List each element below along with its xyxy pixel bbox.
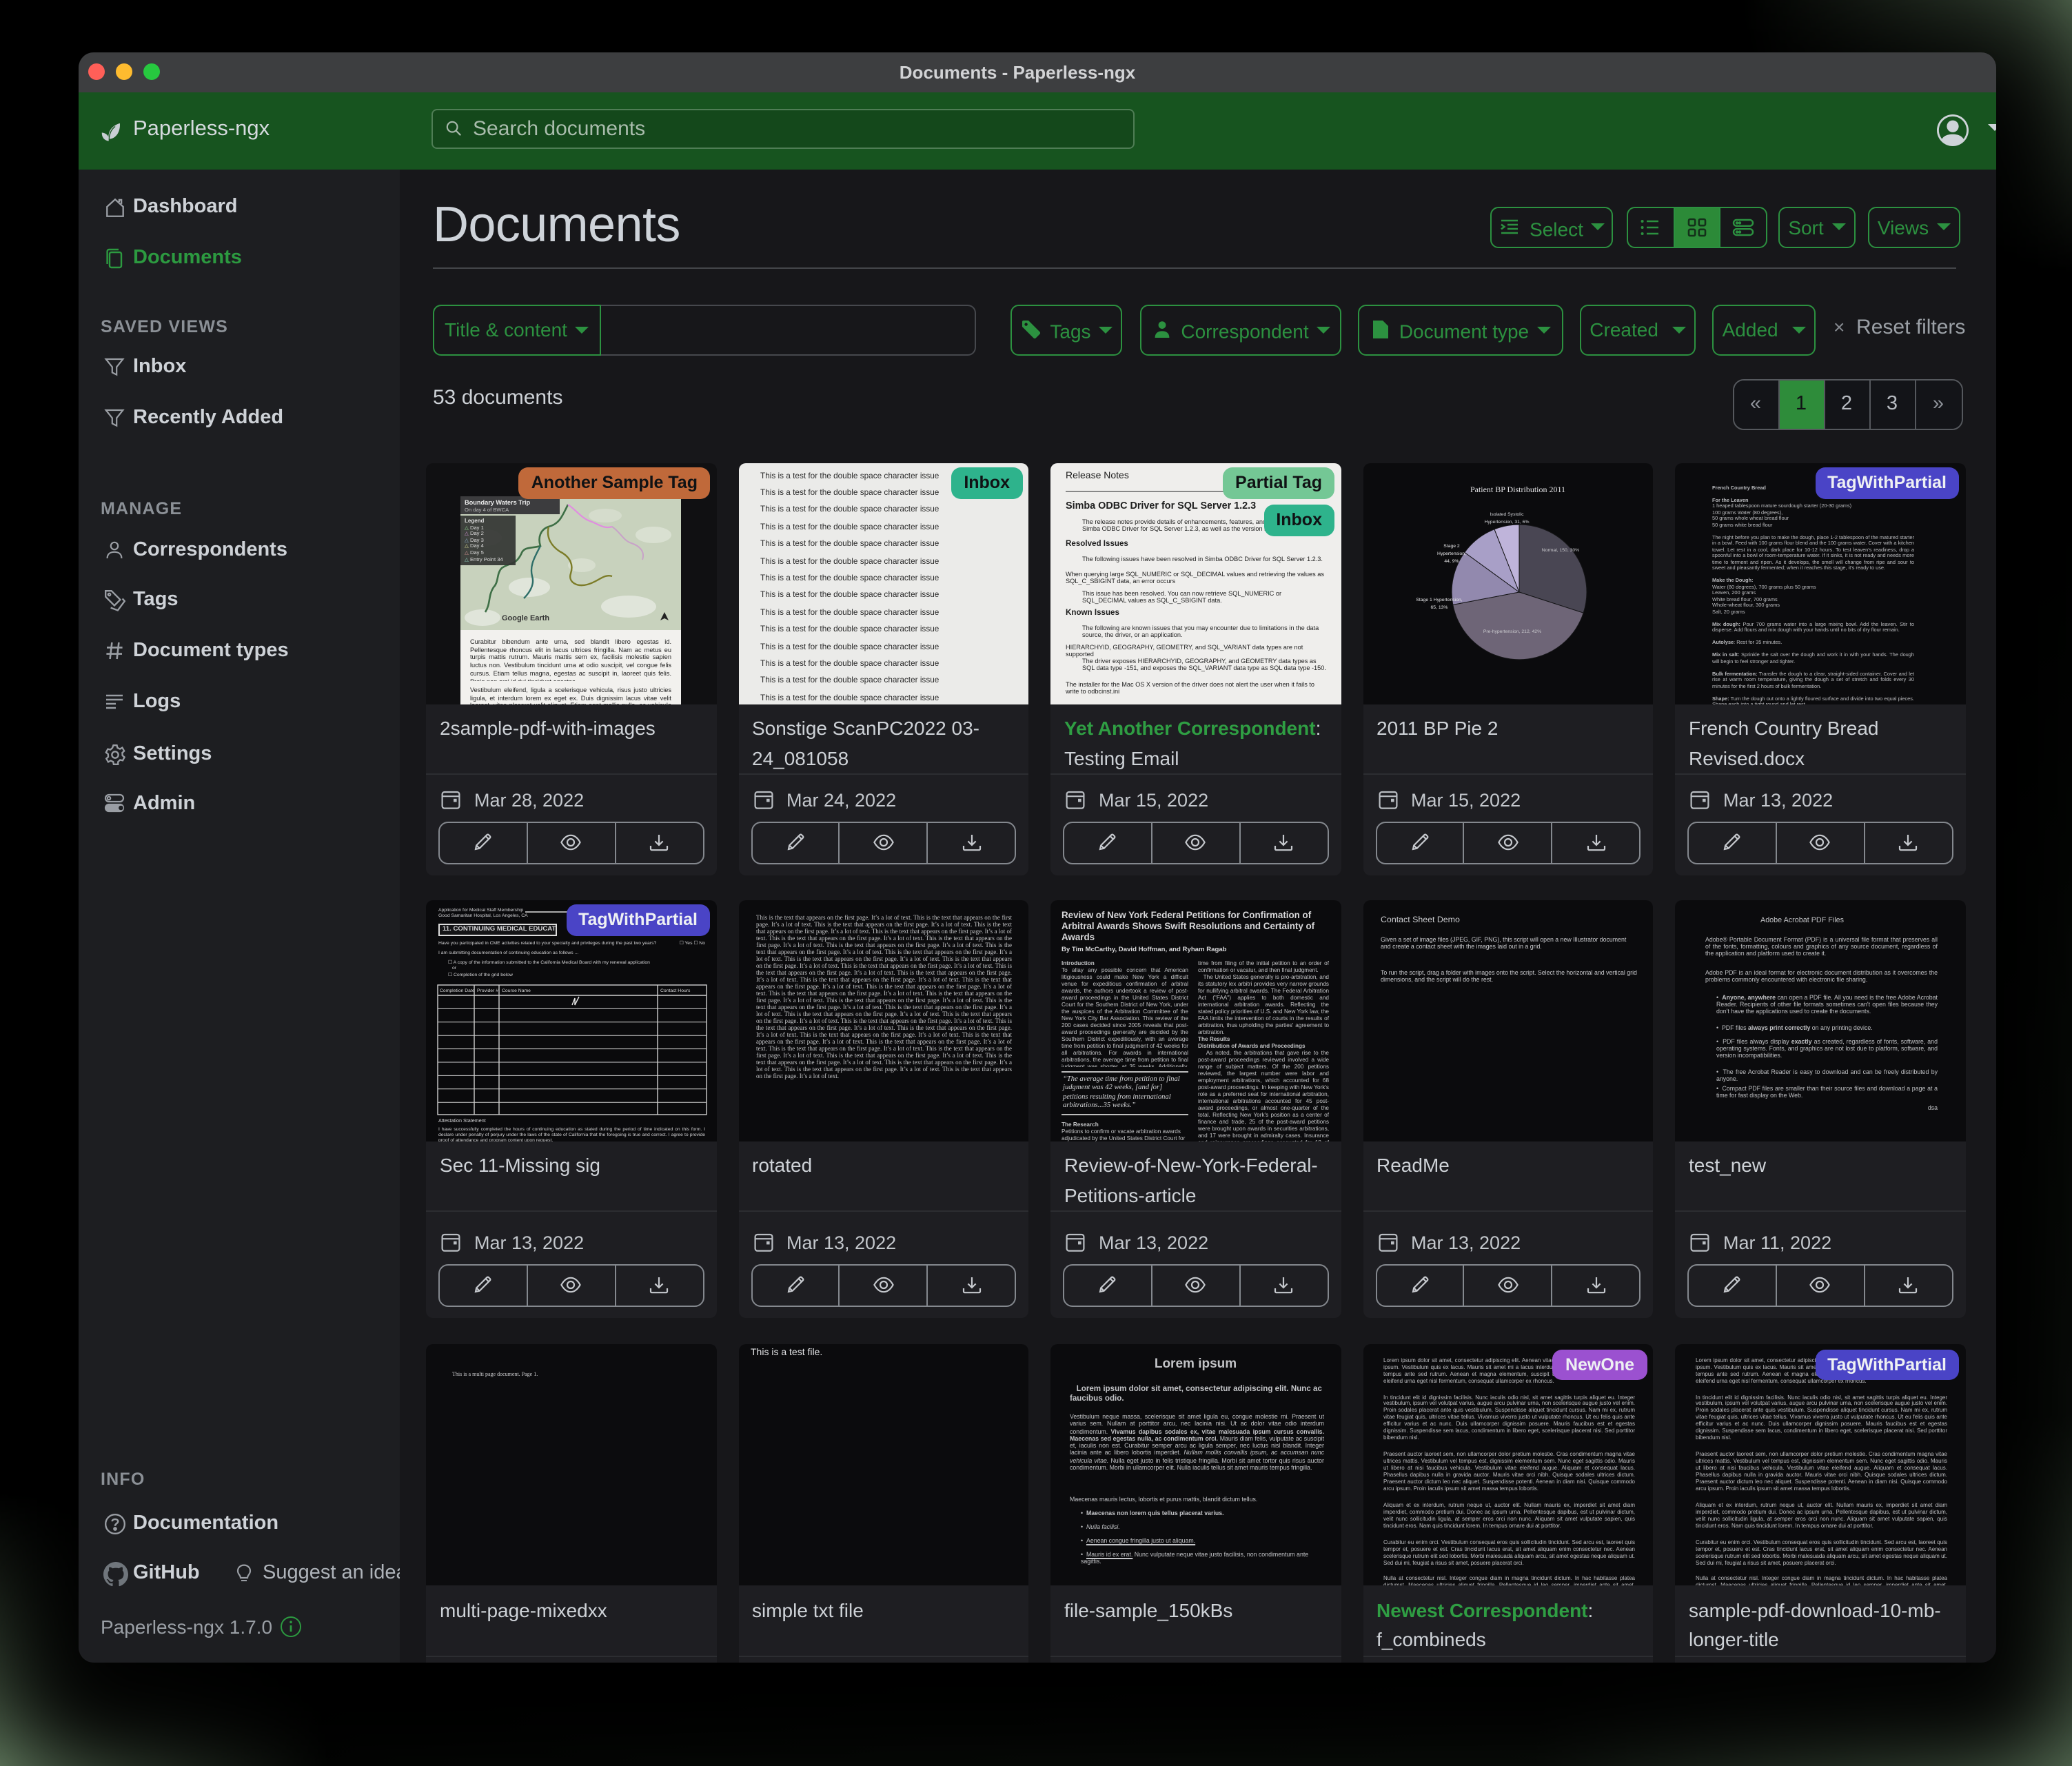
svg-text:Stage 2: Stage 2 (1443, 543, 1459, 548)
svg-text:Google Earth: Google Earth (502, 614, 549, 622)
svg-text:Provider #: Provider # (477, 988, 498, 993)
svg-text:Pre-hypertension, 212, 42%: Pre-hypertension, 212, 42% (1483, 629, 1541, 633)
svg-text:Course Name: Course Name (502, 988, 531, 993)
svg-text:Stage 1 Hypertension,: Stage 1 Hypertension, (1415, 597, 1461, 602)
svg-text:Hypertension, 31, 6%: Hypertension, 31, 6% (1484, 519, 1529, 524)
svg-text:Patient BP Distribution 2011: Patient BP Distribution 2011 (1470, 484, 1565, 494)
svg-text:Normal, 150, 30%: Normal, 150, 30% (1541, 547, 1578, 552)
svg-text:Isolated Systolic: Isolated Systolic (1489, 511, 1523, 516)
svg-text:44, 9%: 44, 9% (1443, 558, 1458, 563)
svg-text:Completion Date: Completion Date (440, 988, 475, 993)
svg-text:Hypertension,: Hypertension, (1436, 551, 1465, 556)
svg-text:Contact Hours: Contact Hours (660, 988, 691, 993)
svg-text:65, 13%: 65, 13% (1430, 605, 1448, 609)
